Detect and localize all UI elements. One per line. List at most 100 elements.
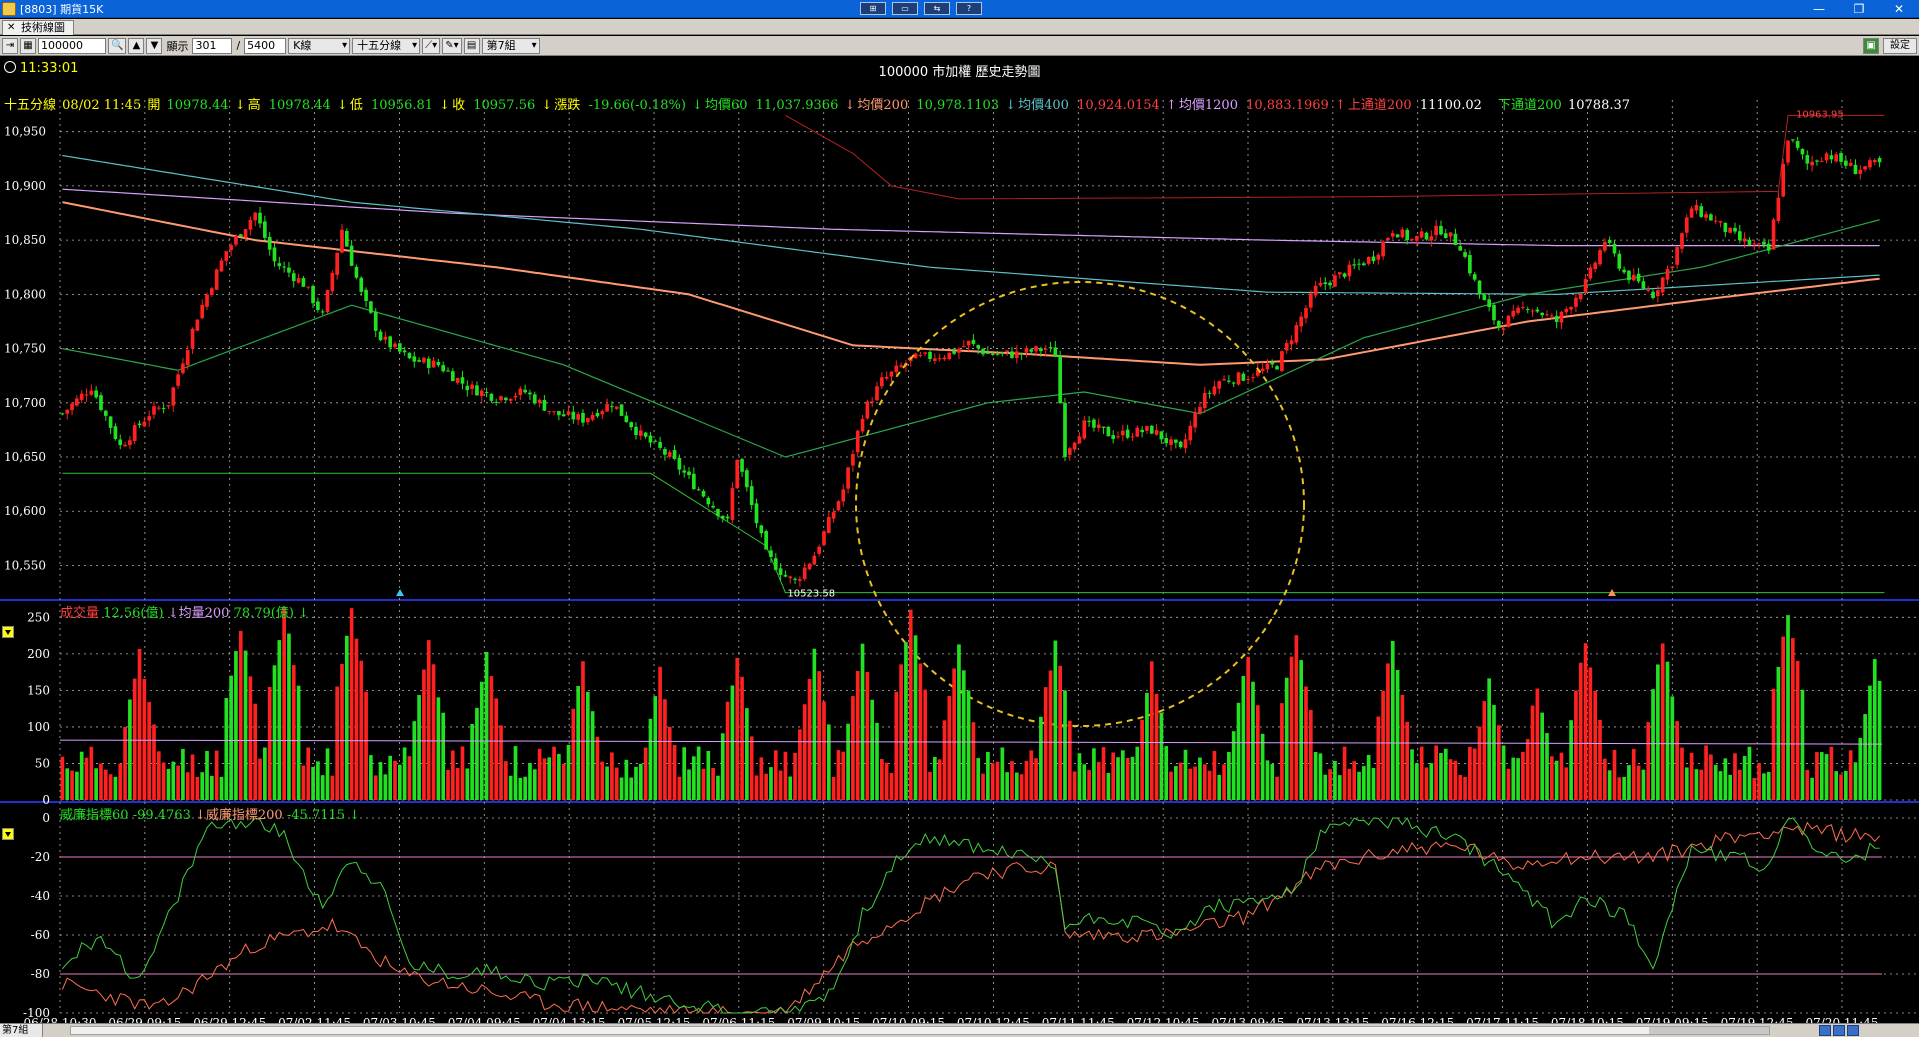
volume-bar — [995, 761, 1000, 800]
volume-bar — [1154, 693, 1159, 800]
candle — [306, 286, 311, 288]
candle — [426, 358, 431, 368]
candle — [451, 371, 455, 382]
candle — [595, 412, 600, 417]
volume-bar — [1535, 688, 1540, 800]
x-tick-label: 07/06 11:15 — [702, 1016, 775, 1023]
volume-bar — [1559, 752, 1564, 800]
volume-bar — [1342, 746, 1347, 800]
volume-bar — [1294, 635, 1299, 800]
volume-bar — [1255, 705, 1260, 800]
restore-button[interactable]: ❐ — [1839, 0, 1879, 18]
candle — [1145, 426, 1149, 431]
candle — [1713, 220, 1718, 222]
volume-collapse-icon[interactable] — [2, 626, 14, 638]
volume-bar — [706, 750, 711, 800]
candle — [807, 563, 812, 570]
candle — [1786, 140, 1790, 163]
volume-bar — [773, 750, 778, 800]
group-select[interactable]: 第7組 — [481, 37, 540, 54]
candle — [1747, 239, 1752, 245]
scrollbar-thumb[interactable] — [1649, 1027, 1769, 1034]
williams200-line — [61, 821, 1880, 1014]
candle — [1477, 280, 1482, 295]
candle — [190, 328, 195, 349]
close-button[interactable]: ✕ — [1879, 0, 1919, 18]
candle — [1545, 314, 1549, 316]
pen-icon[interactable]: ✎▾ — [442, 37, 462, 54]
grid-icon[interactable]: ▦ — [20, 37, 36, 54]
minimize-button[interactable]: — — [1799, 0, 1839, 18]
candle — [475, 385, 479, 396]
window-button[interactable]: ▭ — [892, 2, 918, 15]
layout-button[interactable]: ⊞ — [860, 2, 886, 15]
candle — [1757, 243, 1761, 245]
candle — [1198, 406, 1202, 414]
candle — [518, 388, 523, 396]
volume-bar — [1352, 761, 1357, 800]
candle — [1641, 281, 1646, 289]
candle — [812, 555, 817, 565]
volume-bar — [1463, 776, 1467, 800]
candle — [600, 411, 605, 415]
candle — [788, 576, 793, 579]
tab-close-icon[interactable]: ✕ — [7, 21, 15, 35]
settings-button[interactable]: 設定 — [1883, 38, 1917, 54]
candle — [1048, 347, 1053, 349]
display-count-input[interactable]: 301 — [192, 37, 233, 54]
volume-bar — [166, 768, 171, 800]
zoom-out-icon[interactable] — [1847, 1025, 1859, 1036]
candle — [706, 497, 711, 505]
candle — [1029, 349, 1034, 352]
candle — [1569, 306, 1573, 310]
candle — [1839, 153, 1843, 162]
candle — [1815, 160, 1819, 162]
chart-type-select[interactable]: K線 — [288, 37, 351, 54]
williams60-value: -99.4763 — [132, 808, 191, 823]
chart-canvas[interactable]: 06/28 10:30 06/29 09:15 06/29 12:45 07/02 1… — [0, 80, 1919, 1023]
williams-collapse-icon[interactable] — [2, 828, 14, 840]
volume-bar — [1410, 749, 1414, 800]
candle — [1299, 316, 1304, 327]
volume-bar — [894, 691, 899, 800]
volume-bar — [84, 757, 89, 800]
mail-icon[interactable] — [1819, 1025, 1831, 1036]
symbol-input[interactable]: 100000 — [38, 37, 106, 54]
search-icon[interactable]: 🔍 — [108, 37, 127, 54]
zoom-in-icon[interactable] — [1833, 1025, 1845, 1036]
volume-bar — [99, 763, 103, 800]
candle — [1280, 351, 1284, 372]
candle — [1853, 164, 1858, 175]
volume-bar — [1159, 712, 1164, 800]
tab-technical-chart[interactable]: ✕ 技術線圖 — [2, 20, 74, 35]
y-tick-label: 10,950 — [4, 125, 46, 139]
volume-bar — [807, 678, 812, 800]
bottom-group-select[interactable]: 第7組 — [0, 1024, 44, 1037]
help-button[interactable]: ? — [956, 2, 982, 15]
candle — [995, 354, 1000, 356]
draw-line-icon[interactable]: ⟋▾ — [422, 37, 441, 54]
total-count-input[interactable]: 5400 — [244, 37, 287, 54]
volume-bar — [884, 762, 889, 800]
candle — [1014, 351, 1019, 358]
volume-bar — [436, 697, 441, 800]
y-tick-label: 10,650 — [4, 450, 46, 464]
period-select[interactable]: 十五分線 — [352, 37, 421, 54]
volume-bar — [1140, 719, 1144, 800]
candle — [156, 407, 161, 409]
volume-bar — [976, 758, 981, 800]
candle — [123, 444, 127, 447]
save-icon[interactable]: ▤ — [463, 37, 480, 54]
window-controls: — ❐ ✕ — [1799, 0, 1919, 18]
candle — [687, 471, 691, 476]
candle — [537, 399, 542, 403]
down-arrow-icon[interactable]: ▼ — [146, 37, 163, 54]
up-arrow-icon[interactable]: ▲ — [128, 37, 145, 54]
excel-icon[interactable]: ▣ — [1863, 38, 1879, 54]
link-icon[interactable]: ⇥ — [2, 37, 18, 54]
candle — [1121, 430, 1125, 436]
horizontal-scrollbar[interactable] — [70, 1026, 1770, 1035]
candle — [1140, 429, 1144, 433]
switch-button[interactable]: ⇆ — [924, 2, 950, 15]
volume-bar — [1834, 771, 1839, 800]
